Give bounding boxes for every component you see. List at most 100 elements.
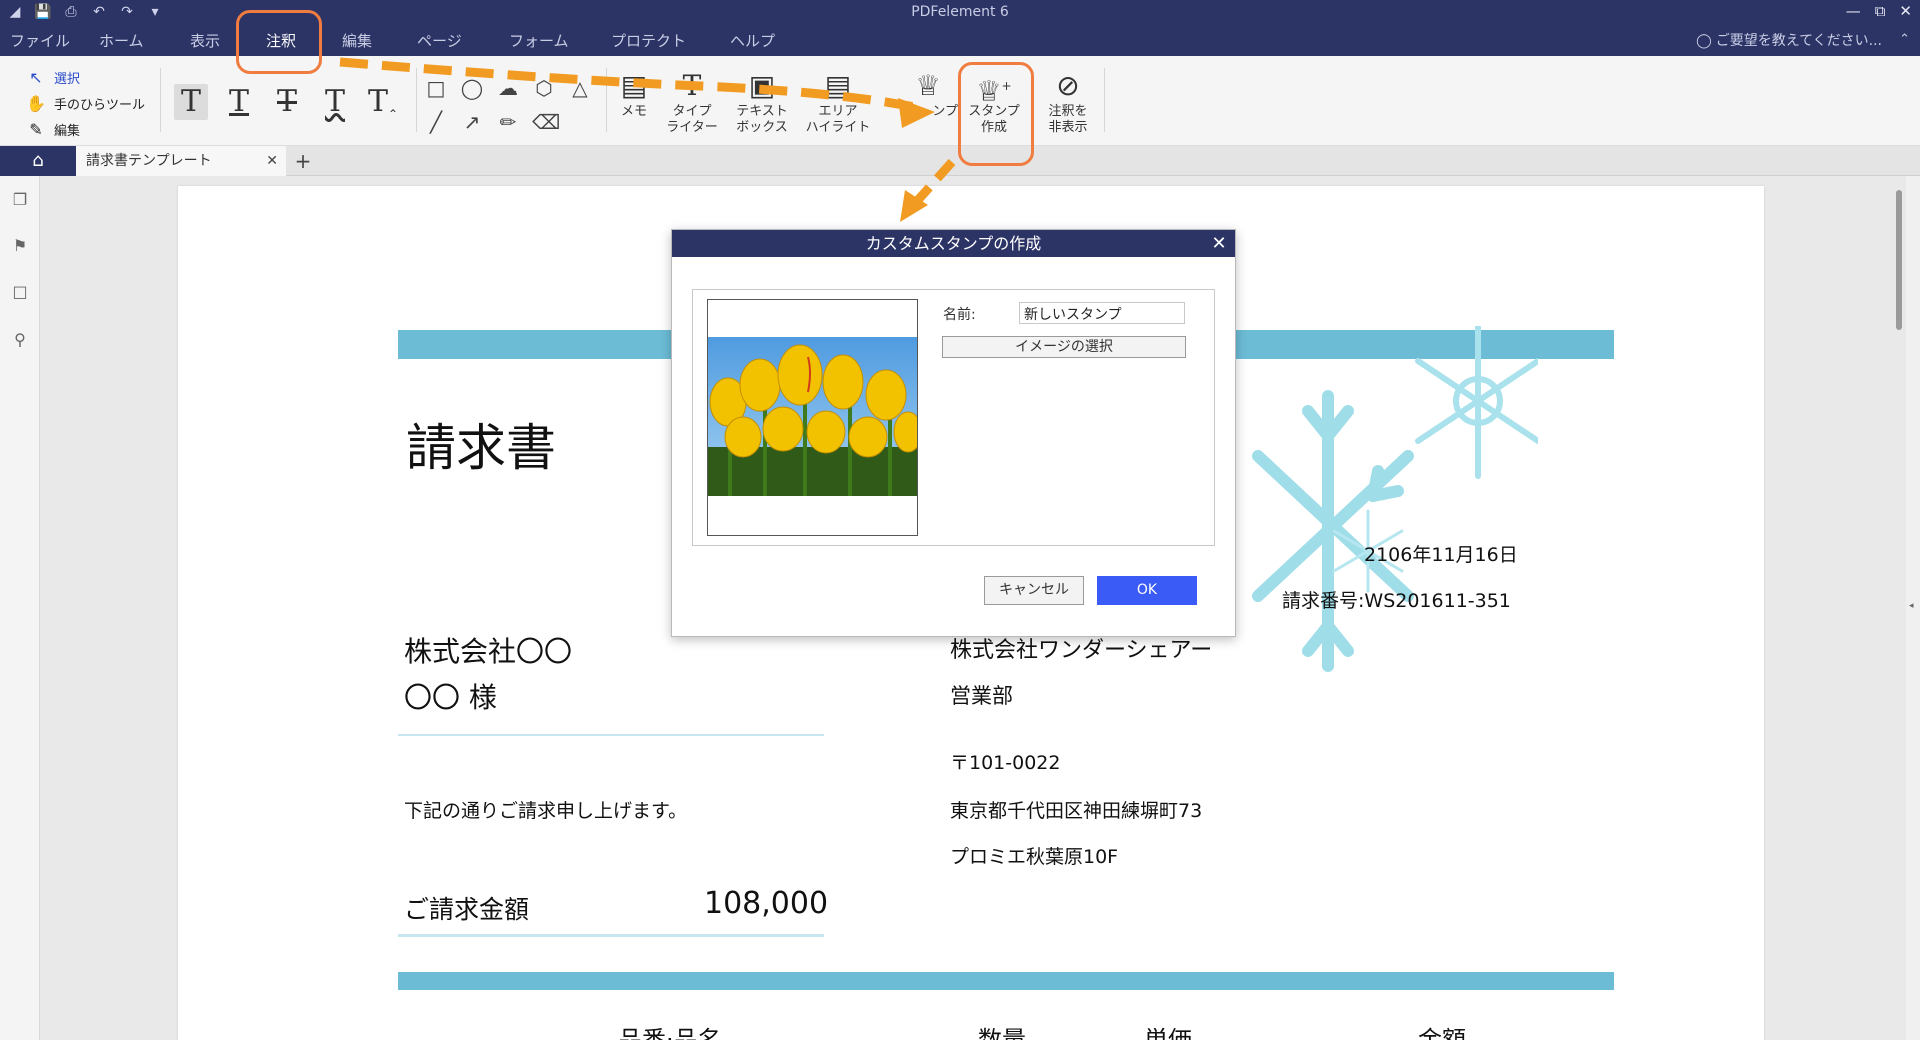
annotate-menu-highlight xyxy=(236,10,322,74)
invoice-title: 請求書 xyxy=(406,419,556,477)
lightbulb-icon: ◯ xyxy=(1696,33,1712,49)
expand-right-panel-icon[interactable]: ◂ xyxy=(1909,601,1914,611)
rectangle-icon[interactable]: □ xyxy=(424,76,448,100)
ribbon-divider xyxy=(1104,68,1105,132)
search-icon[interactable]: ⚲ xyxy=(10,330,30,350)
stamp-name-field[interactable]: 新しいスタンプ xyxy=(1019,302,1185,324)
name-label: 名前: xyxy=(943,307,976,323)
invoice-date: 2106年11月16日 xyxy=(1364,544,1518,566)
edit-tool-label: 編集 xyxy=(54,123,81,139)
menu-home[interactable]: ホーム xyxy=(99,30,144,56)
area-highlight-button[interactable]: ▤ エリア ハイライト xyxy=(802,68,874,136)
feedback-hint[interactable]: ◯ ご要望を教えてください... xyxy=(1696,30,1882,50)
menu-help[interactable]: ヘルプ xyxy=(730,30,775,56)
ellipse-icon[interactable]: ◯ xyxy=(460,76,484,100)
caret-text-icon: T⌃ xyxy=(367,84,399,121)
document-tab[interactable]: 請求書テンプレート ✕ xyxy=(76,146,286,176)
dialog-body: 名前: 新しいスタンプ イメージの選択 xyxy=(692,289,1215,546)
text-highlight-button[interactable]: T xyxy=(174,84,208,120)
pencil-icon[interactable]: ✏ xyxy=(496,110,520,134)
stamp-preview xyxy=(707,299,918,536)
menu-form[interactable]: フォーム xyxy=(509,30,569,56)
select-tool-label: 選択 xyxy=(54,71,81,87)
textbox-icon: ▣ xyxy=(748,69,776,102)
memo-label: メモ xyxy=(620,104,647,119)
vertical-scrollbar[interactable] xyxy=(1896,190,1902,330)
ribbon-collapse-icon[interactable]: ⌃ xyxy=(1899,32,1910,47)
hand-icon: ✋ xyxy=(26,93,46,113)
edit-icon: ✎ xyxy=(29,119,43,139)
bookmark-icon[interactable]: ⚑ xyxy=(10,236,30,256)
polyline-icon[interactable]: △ xyxy=(568,76,592,100)
restore-icon[interactable]: ⧉ xyxy=(1875,2,1886,20)
area-highlight-icon: ▤ xyxy=(824,69,852,102)
cloud-icon[interactable]: ☁ xyxy=(496,76,520,100)
client-person: 〇〇 様 xyxy=(404,681,497,714)
amount-underline xyxy=(398,934,824,937)
hide-annotations-button[interactable]: ⊘ 注釈を 非表示 xyxy=(1040,68,1096,136)
table-header-unit-price: 単価 xyxy=(1144,1026,1192,1040)
ribbon-divider xyxy=(606,68,607,132)
dialog-header: カスタムスタンプの作成 ✕ xyxy=(672,230,1235,257)
thumbnail-icon[interactable]: ❐ xyxy=(10,190,30,210)
textbox-button[interactable]: ▣ テキスト ボックス xyxy=(730,68,794,136)
edit-tool[interactable]: ✎ 編集 xyxy=(26,116,145,142)
sender-address-line1: 東京都千代田区神田練塀町73 xyxy=(950,800,1203,822)
select-image-button[interactable]: イメージの選択 xyxy=(942,336,1186,358)
dialog-title: カスタムスタンプの作成 xyxy=(865,234,1042,253)
hide-annotations-label: 注釈を 非表示 xyxy=(1048,104,1088,135)
menu-page[interactable]: ページ xyxy=(417,30,462,56)
select-tool[interactable]: ↖ 選択 xyxy=(26,64,145,90)
client-underline xyxy=(398,734,824,736)
home-tab[interactable]: ⌂ xyxy=(0,146,76,176)
cancel-button[interactable]: キャンセル xyxy=(984,576,1084,605)
ribbon-divider xyxy=(160,68,161,132)
menu-protect[interactable]: プロテクト xyxy=(611,30,686,56)
client-company: 株式会社〇〇 xyxy=(404,635,573,668)
sender-address-line2: プロミエ秋葉原10F xyxy=(950,846,1119,868)
squiggly-button[interactable]: T xyxy=(318,84,352,120)
invoice-message: 下記の通りご請求申し上げます。 xyxy=(404,800,688,822)
minimize-icon[interactable]: — xyxy=(1846,2,1861,20)
polygon-icon[interactable]: ⬡ xyxy=(532,76,556,100)
custom-stamp-dialog: カスタムスタンプの作成 ✕ 名前: 新しいスタンプ イメージの選択 キャンセル … xyxy=(671,229,1236,637)
line-icon[interactable]: ╱ xyxy=(424,110,448,134)
memo-icon: ▤ xyxy=(620,69,648,102)
stamp-button[interactable]: ♕ ンプ xyxy=(896,68,960,120)
ribbon-divider xyxy=(416,68,417,132)
squiggly-text-icon: T xyxy=(324,84,345,119)
memo-button[interactable]: ▤ メモ xyxy=(614,68,654,120)
menu-file[interactable]: ファイル xyxy=(10,30,70,56)
text-icon: T xyxy=(180,84,201,119)
arrow-icon[interactable]: ↗ xyxy=(460,110,484,134)
comment-icon[interactable]: □ xyxy=(10,282,30,302)
invoice-number: 請求番号:WS201611-351 xyxy=(1282,590,1511,612)
new-tab-icon[interactable]: + xyxy=(290,146,316,176)
typewriter-icon: T xyxy=(682,69,702,102)
dialog-close-icon[interactable]: ✕ xyxy=(1209,230,1229,257)
amount-value: 108,000 xyxy=(704,886,829,921)
tulip-preview-image xyxy=(708,337,917,496)
feedback-hint-text: ご要望を教えてください... xyxy=(1715,33,1882,49)
underline-button[interactable]: T xyxy=(222,84,256,120)
menu-edit[interactable]: 編集 xyxy=(342,30,372,56)
table-header-amount: 金額 xyxy=(1418,1026,1466,1040)
strikethrough-button[interactable]: T xyxy=(270,84,304,120)
sender-department: 営業部 xyxy=(950,684,1013,708)
hand-tool-label: 手のひらツール xyxy=(54,97,146,113)
right-panel-rail: ◂ xyxy=(1906,176,1920,1040)
close-window-icon[interactable]: ✕ xyxy=(1899,2,1912,20)
close-tab-icon[interactable]: ✕ xyxy=(266,146,278,176)
create-stamp-highlight xyxy=(958,62,1034,166)
underline-text-icon: T xyxy=(228,84,249,119)
eraser-icon[interactable]: ⌫ xyxy=(532,110,560,134)
typewriter-button[interactable]: T タイプ ライター xyxy=(662,68,722,136)
menu-view[interactable]: 表示 xyxy=(190,30,220,56)
hand-tool[interactable]: ✋ 手のひらツール xyxy=(26,90,145,116)
caret-text-button[interactable]: T⌃ xyxy=(366,84,400,121)
ok-button[interactable]: OK xyxy=(1097,576,1197,605)
hide-annotations-icon: ⊘ xyxy=(1056,69,1080,102)
select-arrow-icon: ↖ xyxy=(29,67,43,87)
amount-label: ご請求金額 xyxy=(404,895,530,924)
snowflake-decoration xyxy=(1252,326,1538,672)
